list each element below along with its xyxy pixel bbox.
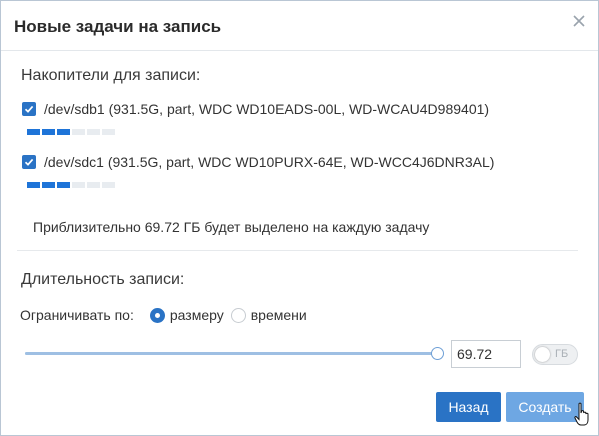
slider-fill [25, 352, 437, 355]
new-recording-tasks-dialog: Новые задачи на запись Накопители для за… [0, 0, 599, 436]
radio-size-label[interactable]: размеру [170, 307, 224, 323]
close-button[interactable] [569, 11, 589, 31]
meter-segment [42, 182, 55, 188]
drive-usage-meter [27, 182, 115, 188]
meter-segment [87, 182, 100, 188]
hand-pointer-cursor-icon [574, 402, 589, 426]
radio-size[interactable] [149, 307, 165, 323]
title-divider [1, 50, 598, 51]
meter-segment [102, 129, 115, 135]
unit-toggle[interactable]: ГБ [532, 344, 578, 365]
back-button[interactable]: Назад [436, 392, 501, 422]
drive-checkbox[interactable] [22, 102, 36, 116]
limit-by-row: Ограничивать по: размеру времени [20, 306, 307, 324]
close-icon [573, 15, 585, 27]
drive-usage-meter [27, 129, 115, 135]
size-slider[interactable] [25, 347, 444, 361]
dialog-title: Новые задачи на запись [14, 17, 222, 36]
allocation-estimate: Приблизительно 69.72 ГБ будет выделено н… [33, 219, 430, 235]
drives-section-title: Накопители для записи: [21, 67, 201, 84]
meter-segment [87, 129, 100, 135]
radio-time-label[interactable]: времени [251, 307, 307, 323]
meter-segment [27, 129, 40, 135]
limit-by-label: Ограничивать по: [20, 307, 134, 323]
size-value-input[interactable] [451, 340, 521, 368]
drive-row: /dev/sdb1 (931.5G, part, WDC WD10EADS-00… [22, 99, 489, 119]
section-divider [17, 250, 578, 251]
meter-segment [102, 182, 115, 188]
meter-segment [72, 129, 85, 135]
check-icon [24, 105, 34, 113]
slider-thumb[interactable] [431, 347, 444, 360]
check-icon [24, 158, 34, 166]
unit-toggle-label: ГБ [555, 348, 569, 360]
meter-segment [57, 129, 70, 135]
drive-label: /dev/sdc1 (931.5G, part, WDC WD10PURX-64… [44, 154, 495, 170]
drive-label: /dev/sdb1 (931.5G, part, WDC WD10EADS-00… [44, 101, 490, 117]
radio-time[interactable] [230, 307, 246, 323]
meter-segment [72, 182, 85, 188]
duration-section-title: Длительность записи: [21, 271, 185, 288]
drive-checkbox[interactable] [22, 155, 36, 169]
create-button[interactable]: Создать [506, 392, 584, 422]
meter-segment [27, 182, 40, 188]
toggle-knob [535, 347, 550, 362]
meter-segment [57, 182, 70, 188]
meter-segment [42, 129, 55, 135]
drive-row: /dev/sdc1 (931.5G, part, WDC WD10PURX-64… [22, 152, 494, 172]
